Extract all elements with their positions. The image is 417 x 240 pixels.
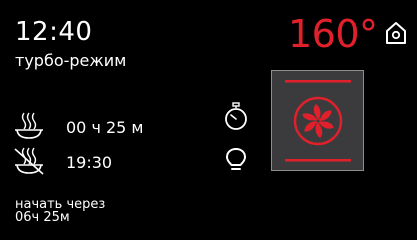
end-time-disabled-icon [14,147,44,175]
turbo-fan-icon [285,80,351,162]
turbo-fan-mode-button[interactable] [271,70,364,171]
clock-time: 12:40 [15,17,93,47]
end-time-setting[interactable] [12,146,46,176]
stopwatch-icon [225,102,247,130]
duration-setting[interactable] [12,111,46,141]
cooking-pot-icon [15,112,43,139]
duration-value[interactable]: 00 ч 25 м [66,118,144,138]
end-time-value[interactable]: 19:30 [66,153,112,173]
temperature-display[interactable]: 160° [288,14,378,54]
lamp-button[interactable] [224,146,248,174]
light-bulb-icon [226,148,246,170]
home-button[interactable] [383,20,409,46]
home-icon [386,22,406,44]
delayed-start-value[interactable]: 06ч 25м [15,211,70,225]
mode-name[interactable]: турбо-режим [15,51,126,71]
timer-button[interactable] [222,102,250,132]
